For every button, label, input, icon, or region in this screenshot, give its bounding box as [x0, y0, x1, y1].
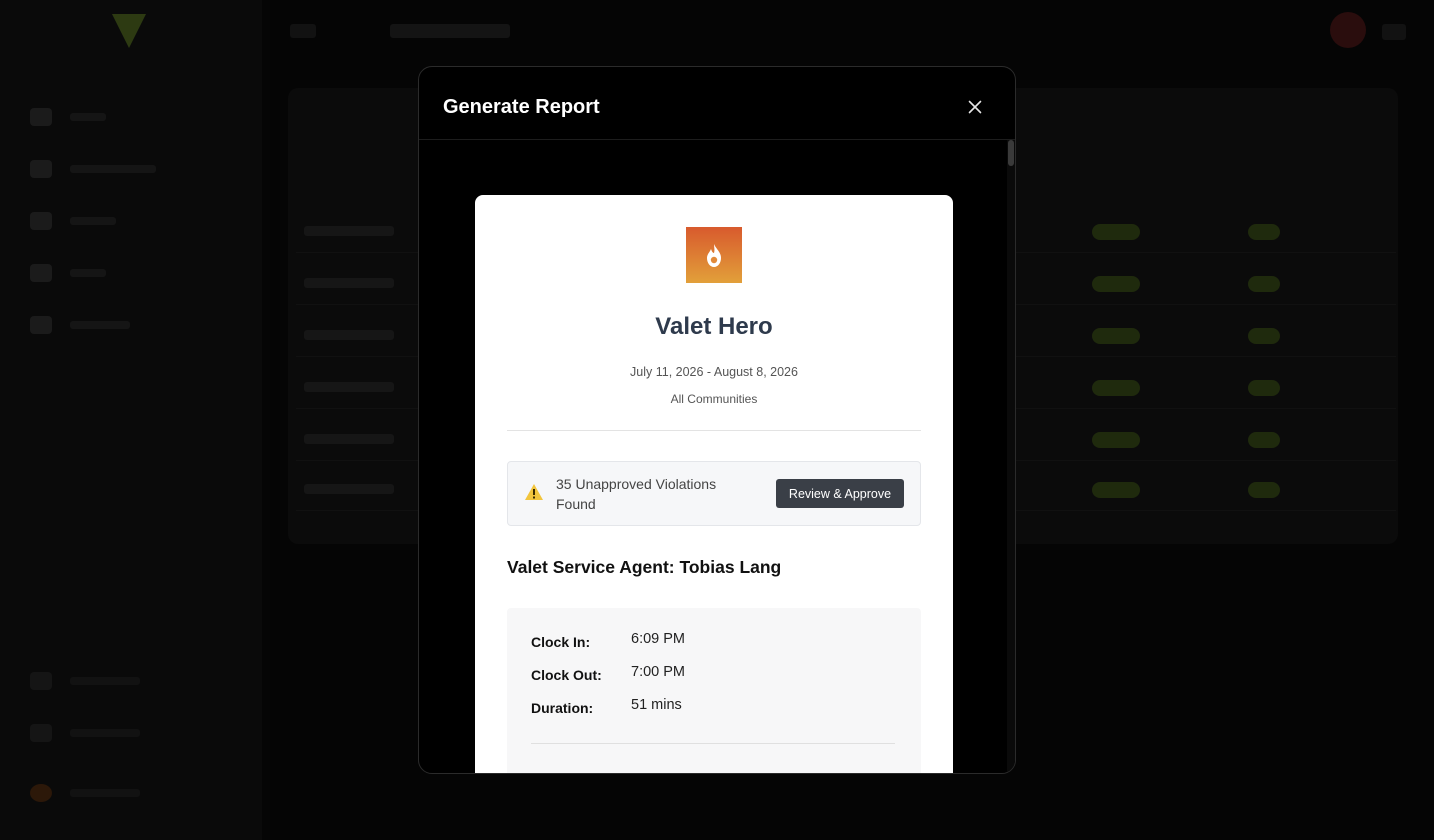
background-nav-item [30, 106, 230, 128]
shift-value: 6:09 PM [631, 631, 685, 647]
background-user-avatar [30, 782, 230, 804]
generate-report-modal: Generate Report Valet Hero July 11, 2026… [418, 66, 1016, 774]
background-avatar [1330, 12, 1366, 48]
background-nav-item [30, 262, 230, 284]
shift-value: 51 mins [631, 697, 682, 713]
modal-title: Generate Report [443, 96, 600, 118]
duration-row: Duration: 51 mins [531, 696, 911, 718]
report-date-range: July 11, 2026 - August 8, 2026 [630, 365, 798, 379]
shift-label: Clock In: [531, 634, 591, 650]
violations-alert: 35 Unapproved Violations Found Review & … [507, 461, 921, 526]
review-approve-button[interactable]: Review & Approve [776, 479, 904, 508]
brand-logo [686, 227, 742, 283]
report-preview: Valet Hero July 11, 2026 - August 8, 202… [475, 195, 953, 773]
report-scope: All Communities [670, 392, 758, 406]
alert-message: 35 Unapproved Violations Found [556, 476, 717, 512]
background-footer-item [30, 722, 230, 744]
modal-header: Generate Report [419, 67, 1015, 140]
scrollbar-thumb[interactable] [1008, 140, 1014, 166]
background-footer-item [30, 670, 230, 692]
brand-name: Valet Hero [655, 313, 773, 340]
shift-label: Clock Out: [531, 667, 602, 683]
background-logo [112, 14, 146, 48]
close-icon [968, 100, 982, 114]
divider [507, 430, 921, 431]
flame-icon [707, 244, 721, 267]
clock-in-row: Clock In: 6:09 PM [531, 630, 911, 652]
agent-heading: Valet Service Agent: Tobias Lang [507, 557, 782, 577]
background-menu [1382, 24, 1406, 40]
background-nav-item [30, 314, 230, 336]
close-button[interactable] [963, 95, 987, 119]
shift-label: Duration: [531, 700, 594, 716]
background-nav-item [30, 210, 230, 232]
shift-value: 7:00 PM [631, 664, 685, 680]
warning-icon [525, 484, 543, 500]
background-nav-item [30, 158, 230, 180]
modal-body: Valet Hero July 11, 2026 - August 8, 202… [419, 140, 1015, 773]
background-sidebar [0, 0, 262, 840]
divider [531, 743, 895, 744]
modal-scrollbar[interactable] [1007, 140, 1015, 773]
clock-out-row: Clock Out: 7:00 PM [531, 663, 911, 685]
shift-details-card: Clock In: 6:09 PM Clock Out: 7:00 PM Dur… [507, 608, 921, 773]
background-topbar [290, 18, 520, 44]
